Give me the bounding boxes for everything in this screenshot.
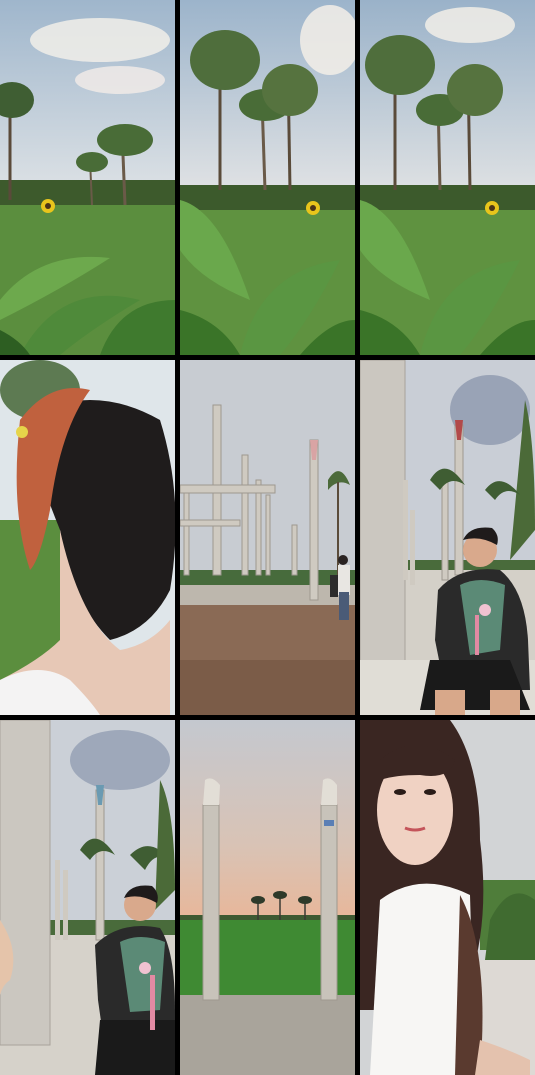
photo-collage: [0, 0, 535, 1075]
frame-woman-sitting-2: [0, 720, 175, 1075]
frame-woman-hair-closeup: [0, 360, 175, 715]
frame-banana-field-2: [180, 0, 355, 355]
frame-banana-field-3: [360, 0, 535, 355]
frame-woman-sitting-1: [360, 360, 535, 715]
frame-pillars-rice-field: [180, 720, 355, 1075]
frame-woman-selfie: [360, 720, 535, 1075]
frame-construction-pillars: [180, 360, 355, 715]
frame-banana-field-1: [0, 0, 175, 355]
